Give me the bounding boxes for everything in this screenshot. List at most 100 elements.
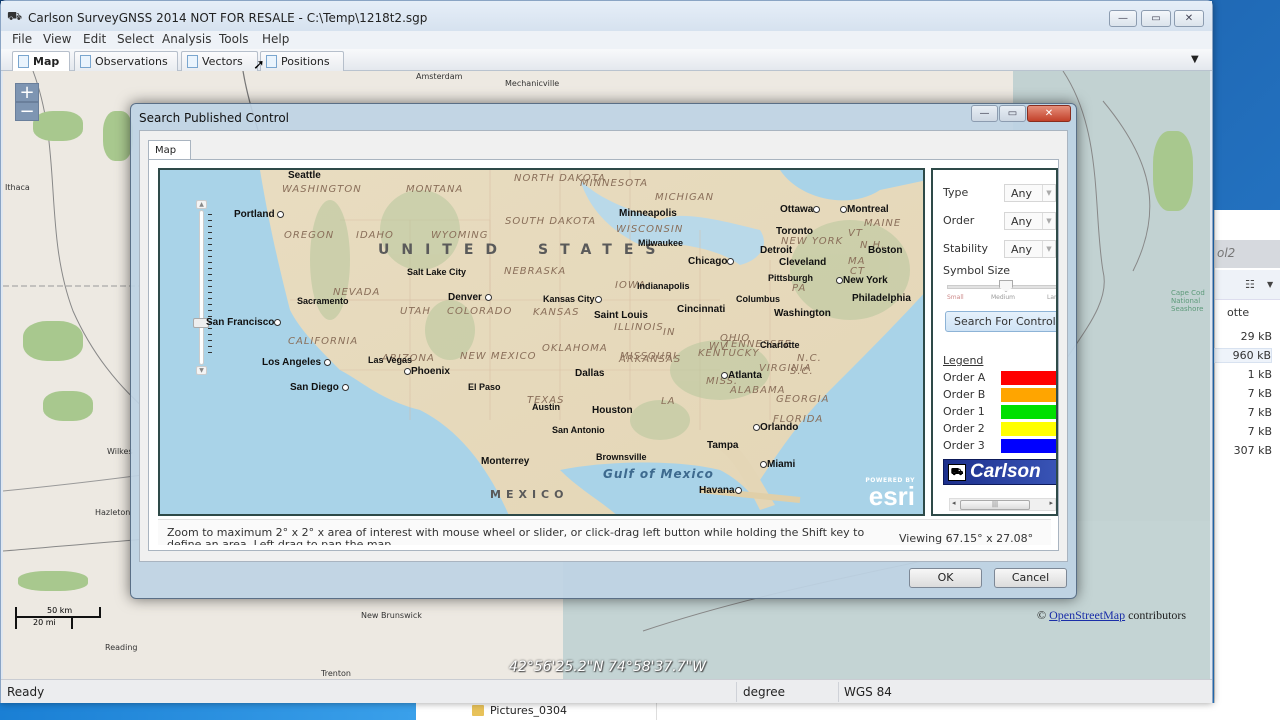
stability-select[interactable]: Any ▼	[1004, 240, 1056, 258]
order-select[interactable]: Any ▼	[1004, 212, 1056, 230]
maximize-button[interactable]: ▭	[1141, 10, 1171, 27]
menu-help[interactable]: Help	[262, 32, 289, 46]
state-label: OKLAHOMA	[542, 343, 608, 354]
minimize-button[interactable]: —	[1109, 10, 1137, 27]
city-label: Portland	[234, 209, 285, 220]
legend-swatch	[1001, 439, 1056, 453]
city-label: Philadelphia	[852, 293, 911, 304]
city-label: Havana	[699, 485, 742, 496]
forest-area	[33, 111, 83, 141]
scrollbar-thumb[interactable]: |||	[960, 500, 1030, 510]
map-zoom-slider[interactable]: ▲ ▼	[193, 200, 212, 375]
status-bar: Ready degree WGS 84	[1, 679, 1212, 703]
scale-mi-label: 20 mi	[33, 618, 56, 627]
country-label: UNITED	[378, 242, 510, 258]
menu-edit[interactable]: Edit	[83, 32, 106, 46]
menu-bar: File View Edit Select Analysis Tools Hel…	[1, 31, 1212, 49]
city-label: Sacramento	[297, 296, 349, 306]
tab-label: Positions	[281, 55, 330, 68]
city-label: Detroit	[760, 245, 793, 256]
explorer-column-header[interactable]: otte	[1215, 306, 1249, 319]
ok-button[interactable]: OK	[909, 568, 982, 588]
map-zoom-control: + −	[15, 83, 39, 123]
document-icon	[18, 55, 29, 68]
zoom-slider-up-icon[interactable]: ▲	[196, 200, 207, 209]
chevron-down-icon[interactable]: ▼	[1267, 280, 1273, 289]
explorer-file-list: Pictures_0304	[416, 703, 1280, 720]
menu-file[interactable]: File	[12, 32, 32, 46]
slider-thumb[interactable]	[999, 280, 1013, 292]
legend-label: Order B	[943, 388, 986, 401]
dialog-title: Search Published Control	[139, 111, 290, 125]
zoom-out-button[interactable]: −	[15, 102, 39, 121]
explorer-address-bar[interactable]: ol2	[1215, 240, 1280, 268]
cursor-coordinates: 42°56'25.2"N 74°58'37.7"W	[509, 659, 706, 675]
zoom-slider-track[interactable]	[199, 210, 204, 365]
city-label: Miami	[760, 459, 795, 470]
city-label: Seattle	[288, 170, 321, 181]
city-label: Indianapolis	[637, 281, 690, 291]
file-explorer-window: ol2 ☷ ▼ otte 29 kB 960 kB 1 kB 7 kB 7 kB…	[1214, 210, 1280, 720]
scroll-left-icon[interactable]: ◂	[952, 499, 956, 507]
state-label: UTAH	[400, 306, 431, 317]
status-divider	[838, 682, 839, 702]
us-map[interactable]: ▲ ▼ UNITED STATES MEXICO Gulf of Mexico …	[158, 168, 925, 516]
state-label: MINNESOTA	[580, 178, 649, 189]
city-label: Los Angeles	[262, 357, 331, 368]
city-label: Cincinnati	[677, 304, 726, 315]
state-label: KANSAS	[533, 307, 580, 318]
folder-icon	[472, 705, 484, 716]
tab-vectors[interactable]: Vectors	[181, 51, 258, 71]
folder-name[interactable]: Pictures_0304	[490, 704, 567, 717]
city-label: New York	[836, 275, 888, 286]
city-label: Charlotte	[760, 340, 800, 350]
dialog-tab-panel: ▲ ▼ UNITED STATES MEXICO Gulf of Mexico …	[148, 159, 1059, 551]
state-label: LA	[661, 396, 676, 407]
dialog-maximize-button[interactable]: ▭	[999, 105, 1026, 122]
zoom-slider-down-icon[interactable]: ▼	[196, 366, 207, 375]
dialog-close-button[interactable]: ✕	[1027, 105, 1071, 122]
chevron-down-icon: ▼	[1042, 185, 1055, 201]
city-label: Minneapolis	[619, 208, 677, 219]
zoom-in-button[interactable]: +	[15, 83, 39, 102]
scale-km-label: 50 km	[47, 606, 73, 615]
menu-analysis[interactable]: Analysis	[162, 32, 211, 46]
openstreetmap-link[interactable]: OpenStreetMap	[1049, 608, 1125, 622]
state-label: N.C.	[797, 353, 822, 364]
close-button[interactable]: ✕	[1174, 10, 1204, 27]
state-label: GEORGIA	[776, 394, 830, 405]
tab-list-dropdown-icon[interactable]: ▼	[1191, 54, 1199, 65]
menu-view[interactable]: View	[43, 32, 71, 46]
file-size: 29 kB	[1240, 330, 1272, 343]
tab-positions[interactable]: Positions	[260, 51, 344, 71]
tab-observations[interactable]: Observations	[74, 51, 178, 71]
map-label: Wilkes	[107, 447, 133, 456]
city-label: San Diego	[290, 382, 349, 393]
state-label: ARKANSAS	[619, 354, 682, 365]
city-label: Denver	[448, 292, 492, 303]
cancel-button[interactable]: Cancel	[994, 568, 1067, 588]
zoom-slider-ticks	[208, 214, 212, 354]
status-units: degree	[743, 685, 786, 699]
dialog-tab-map[interactable]: Map	[148, 140, 191, 160]
symbol-size-slider[interactable]: Small Medium Large	[947, 280, 1056, 302]
view-options-icon[interactable]: ☷	[1245, 278, 1255, 291]
city-label: Salt Lake City	[407, 267, 467, 277]
horizontal-scrollbar[interactable]: ◂ ||| ▸	[949, 498, 1056, 511]
state-label: MONTANA	[406, 184, 464, 195]
carlson-logo-icon: ⛟	[948, 464, 966, 481]
state-label: NEW MEXICO	[460, 351, 537, 362]
menu-tools[interactable]: Tools	[219, 32, 249, 46]
type-select[interactable]: Any ▼	[1004, 184, 1056, 202]
search-for-control-button[interactable]: Search For Control	[945, 311, 1056, 332]
scroll-right-icon[interactable]: ▸	[1049, 499, 1053, 507]
file-size: 7 kB	[1247, 425, 1272, 438]
dialog-minimize-button[interactable]: —	[971, 105, 998, 122]
window-title: Carlson SurveyGNSS 2014 NOT FOR RESALE -…	[28, 11, 428, 25]
legend-swatch	[1001, 405, 1056, 419]
city-label: Boston	[868, 245, 903, 256]
menu-select[interactable]: Select	[117, 32, 154, 46]
city-label: Cleveland	[779, 257, 827, 268]
tab-map[interactable]: Map	[12, 51, 70, 72]
city-label: San Francisco	[206, 317, 282, 328]
